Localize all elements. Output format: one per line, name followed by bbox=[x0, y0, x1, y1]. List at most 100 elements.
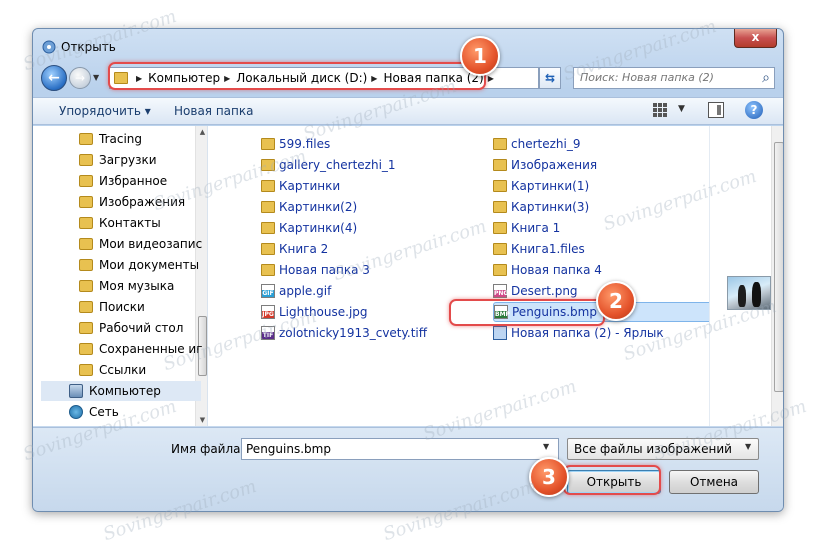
back-arrow-icon: ← bbox=[48, 70, 60, 86]
folder-icon bbox=[261, 138, 275, 150]
file-name: Изображения bbox=[511, 158, 598, 172]
sidebar-item[interactable]: Поиски bbox=[79, 297, 145, 317]
folder-item[interactable]: gallery_chertezhi_1 bbox=[261, 155, 396, 175]
folder-item[interactable]: Книга 1 bbox=[493, 218, 560, 238]
sidebar-item[interactable]: Загрузки bbox=[79, 150, 157, 170]
file-name: Книга1.files bbox=[511, 242, 585, 256]
sidebar-item[interactable]: Мои видеозапис bbox=[79, 234, 202, 254]
sidebar-item[interactable]: Мои документы bbox=[79, 255, 199, 275]
network-icon bbox=[69, 405, 83, 419]
back-button[interactable]: ← bbox=[41, 65, 67, 91]
content-area: ▲ ▼ Tracing Загрузки Избранное Изображения К… bbox=[33, 126, 783, 426]
window-title: Открыть bbox=[61, 40, 116, 54]
folder-icon bbox=[79, 280, 93, 292]
scroll-down-icon[interactable]: ▼ bbox=[196, 416, 207, 424]
sidebar-item[interactable]: Избранное bbox=[79, 171, 167, 191]
folder-icon bbox=[261, 243, 275, 255]
folder-icon bbox=[493, 138, 507, 150]
folder-icon bbox=[261, 201, 275, 213]
file-name: Новая папка 3 bbox=[279, 263, 370, 277]
filename-input[interactable]: Penguins.bmp bbox=[241, 438, 559, 460]
callout-badge-1: 1 bbox=[460, 36, 500, 76]
file-item[interactable]: JPG Lighthouse.jpg bbox=[261, 302, 368, 322]
sidebar-item[interactable]: Контакты bbox=[79, 213, 161, 233]
folder-icon bbox=[79, 301, 93, 313]
folder-icon bbox=[493, 201, 507, 213]
file-item[interactable]: GIF apple.gif bbox=[261, 281, 331, 301]
folder-icon bbox=[261, 222, 275, 234]
file-item[interactable]: Новая папка (2) - Ярлык bbox=[493, 323, 664, 343]
folder-item[interactable]: Изображения bbox=[493, 155, 597, 175]
folder-item[interactable]: chertezhi_9 bbox=[493, 134, 580, 154]
new-folder-button[interactable]: Новая папка bbox=[174, 104, 253, 118]
refresh-button[interactable]: ⇆ bbox=[539, 67, 561, 89]
callout-badge-2: 2 bbox=[596, 281, 636, 321]
file-type-chevron-down-icon[interactable]: ▼ bbox=[745, 442, 751, 451]
file-list: 599.files gallery_chertezhi_1 Картинки Карт… bbox=[209, 126, 718, 426]
folder-icon bbox=[79, 154, 93, 166]
filename-label: Имя файла: bbox=[171, 442, 245, 456]
folder-icon bbox=[79, 322, 93, 334]
callout-badge-3: 3 bbox=[529, 457, 569, 497]
sidebar-item[interactable]: Изображения bbox=[79, 192, 185, 212]
image-file-icon: PNG bbox=[493, 284, 509, 298]
folder-item[interactable]: Книга1.files bbox=[493, 239, 585, 259]
open-file-dialog: Открыть x ← → ▼ ▶ Компьютер ▶ Локальный … bbox=[32, 28, 784, 512]
file-name: Картинки(1) bbox=[511, 179, 590, 193]
view-chevron-down-icon[interactable]: ▼ bbox=[678, 104, 685, 114]
folder-item[interactable]: Картинки(4) bbox=[261, 218, 357, 238]
image-file-icon: TIF bbox=[261, 326, 275, 340]
preview-pane-icon[interactable] bbox=[708, 102, 724, 118]
close-button[interactable]: x bbox=[734, 29, 777, 48]
cancel-button[interactable]: Отмена bbox=[669, 470, 759, 494]
file-type-badge: TIF bbox=[262, 332, 274, 339]
file-type-badge: PNG bbox=[494, 290, 509, 297]
folder-item[interactable]: Картинки(3) bbox=[493, 197, 589, 217]
refresh-icon: ⇆ bbox=[544, 71, 556, 85]
file-item[interactable]: TIF zolotnicky1913_cvety.tiff bbox=[261, 323, 427, 343]
file-list-scroll-thumb[interactable] bbox=[774, 142, 783, 392]
file-list-scrollbar[interactable] bbox=[771, 126, 783, 426]
search-icon[interactable]: ⌕ bbox=[762, 70, 770, 86]
sidebar-item[interactable]: Сеть bbox=[69, 402, 119, 422]
callout-ring-open bbox=[563, 465, 661, 495]
folder-item[interactable]: 599.files bbox=[261, 134, 330, 154]
file-type-badge: GIF bbox=[262, 290, 274, 297]
folder-icon bbox=[79, 259, 93, 271]
folder-item[interactable]: Книга 2 bbox=[261, 239, 328, 259]
filename-chevron-down-icon[interactable]: ▼ bbox=[543, 442, 549, 451]
folder-item[interactable]: Новая папка 3 bbox=[261, 260, 370, 280]
callout-ring-file bbox=[449, 299, 605, 326]
computer-icon bbox=[69, 384, 83, 398]
sidebar-item-label: Мои документы bbox=[99, 258, 200, 272]
chevron-right-icon[interactable]: ▶ bbox=[488, 74, 494, 83]
help-button[interactable]: ? bbox=[745, 101, 763, 119]
search-input[interactable] bbox=[580, 71, 750, 84]
recent-pages-chevron-icon[interactable]: ▼ bbox=[93, 73, 99, 82]
sidebar-item-label: Рабочий стол bbox=[99, 321, 184, 335]
sidebar-item-label: Tracing bbox=[99, 132, 143, 146]
folder-icon bbox=[79, 217, 93, 229]
folder-item[interactable]: Картинки bbox=[261, 176, 340, 196]
file-name: Desert.png bbox=[511, 284, 578, 298]
folder-item[interactable]: Новая папка 4 bbox=[493, 260, 602, 280]
folder-icon bbox=[493, 180, 507, 192]
scroll-up-icon[interactable]: ▲ bbox=[196, 128, 207, 136]
folder-icon bbox=[261, 264, 275, 276]
folder-item[interactable]: Картинки(2) bbox=[261, 197, 357, 217]
sidebar-item[interactable]: Ссылки bbox=[79, 360, 146, 380]
file-type-select[interactable]: Все файлы изображений bbox=[567, 438, 759, 460]
file-item[interactable]: PNG Desert.png bbox=[493, 281, 578, 301]
sidebar-item[interactable]: Сохраненные иг bbox=[79, 339, 203, 359]
sidebar-item[interactable]: Tracing bbox=[79, 129, 142, 149]
organize-button[interactable]: Упорядочить ▾ bbox=[59, 104, 151, 118]
folder-icon bbox=[493, 222, 507, 234]
sidebar-item[interactable]: Компьютер bbox=[41, 381, 201, 401]
search-box[interactable]: ⌕ bbox=[573, 67, 775, 89]
view-grid-icon[interactable] bbox=[653, 103, 667, 117]
forward-button[interactable]: → bbox=[69, 67, 91, 89]
file-name: 599.files bbox=[279, 137, 331, 151]
sidebar-item[interactable]: Рабочий стол bbox=[79, 318, 183, 338]
sidebar-item[interactable]: Моя музыка bbox=[79, 276, 174, 296]
folder-item[interactable]: Картинки(1) bbox=[493, 176, 589, 196]
